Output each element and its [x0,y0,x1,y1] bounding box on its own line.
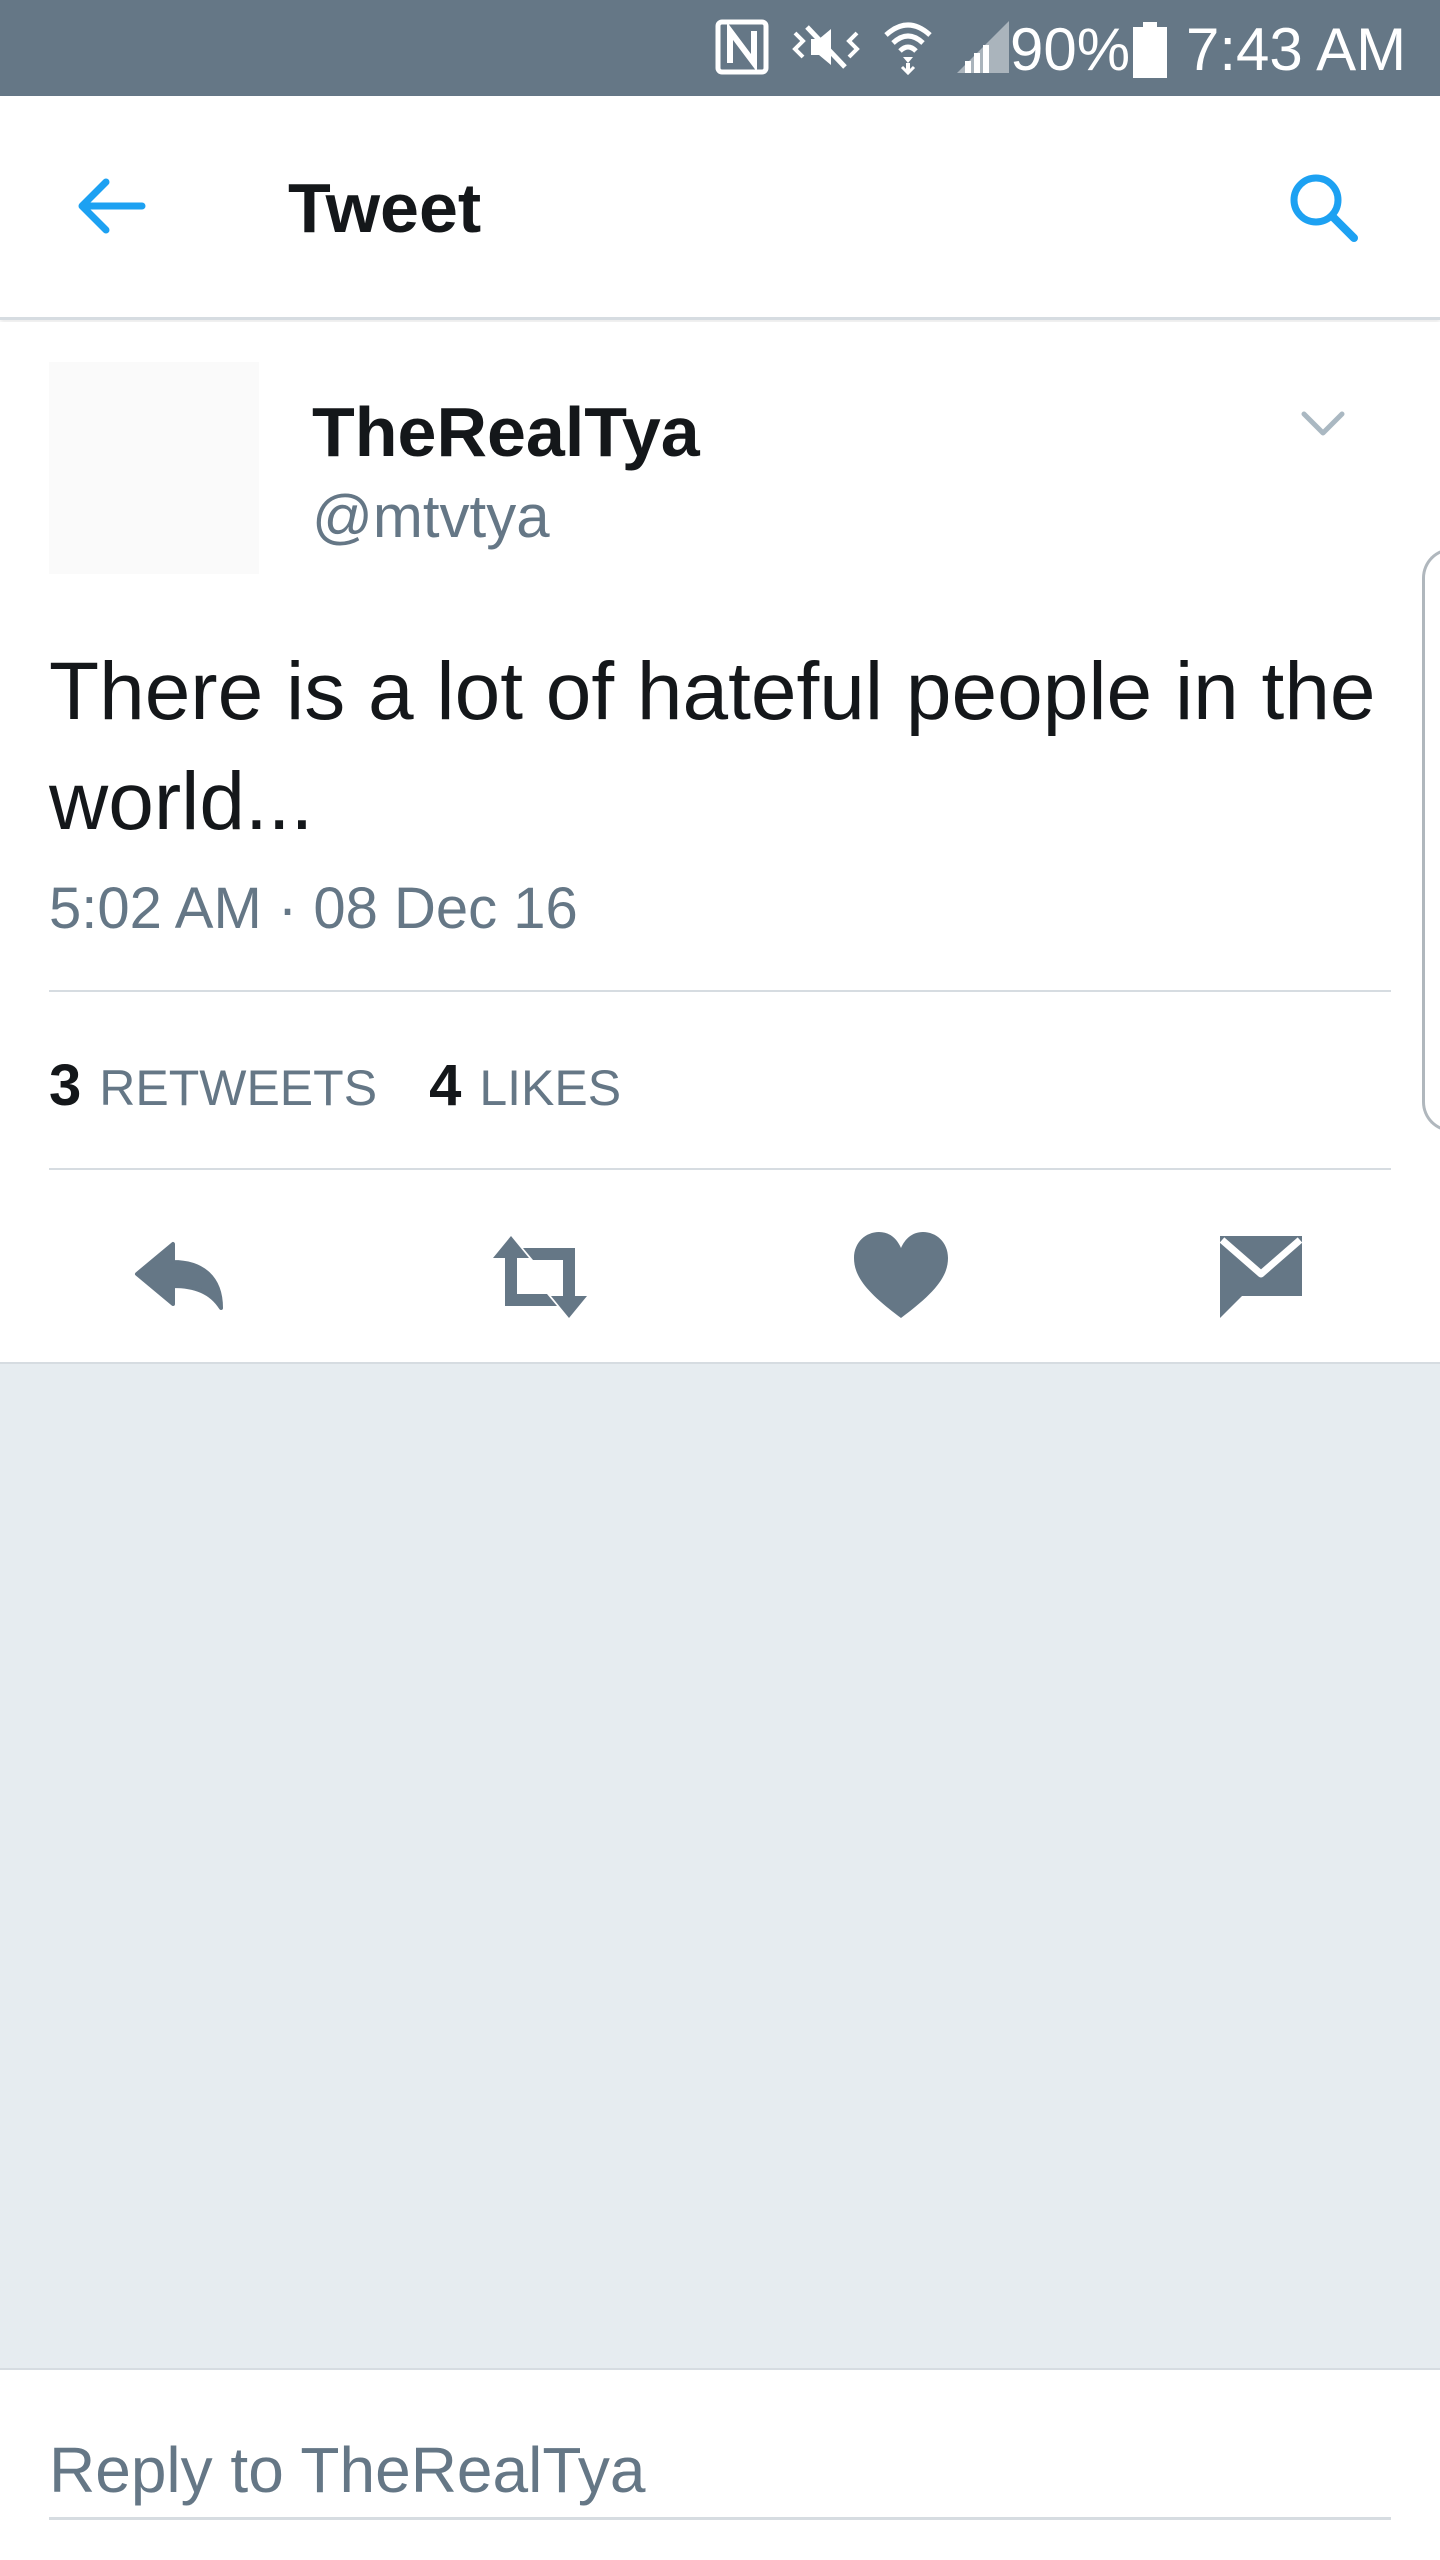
tweet-timestamp: 5:02 AM · 08 Dec 16 [49,876,578,941]
like-button[interactable] [846,1222,956,1332]
retweets-label[interactable]: RETWEETS [99,1059,377,1117]
likes-label[interactable]: LIKES [479,1059,621,1117]
tweet-detail: TheRealTya @mtvtya There is a lot of hat… [0,322,1440,1364]
nfc-icon [715,19,769,80]
tweet-menu-button[interactable] [1298,406,1348,442]
display-name[interactable]: TheRealTya [312,392,700,472]
back-button[interactable] [72,166,152,246]
retweets-count[interactable]: 3 [49,1052,81,1119]
tweet-actions [0,1222,1440,1332]
app-bar: Tweet [0,96,1440,320]
divider [49,1168,1391,1170]
direct-message-icon [1219,1236,1303,1318]
page-title: Tweet [288,169,482,247]
divider [49,990,1391,992]
clock: 7:43 AM [1186,16,1407,83]
battery-percent: 90% [1010,16,1131,83]
battery-icon [1133,22,1167,83]
vibrate-icon [791,19,861,80]
retweet-button[interactable] [485,1222,595,1332]
tweet-text: There is a lot of hateful people in the … [49,646,1376,847]
status-icons [715,14,1033,84]
user-handle[interactable]: @mtvtya [312,482,550,552]
reply-button[interactable] [125,1222,235,1332]
search-button[interactable] [1284,168,1364,248]
wifi-icon [883,19,933,80]
like-icon [854,1232,948,1318]
direct-message-button[interactable] [1206,1222,1316,1332]
avatar[interactable] [49,362,259,574]
reply-input[interactable] [49,2422,1391,2520]
arrow-left-icon [78,178,146,234]
replies-area [0,1364,1440,2368]
edge-panel-handle[interactable] [1422,548,1440,1132]
status-bar: 90% 7:43 AM [0,0,1440,96]
reply-icon [135,1242,223,1310]
signal-icon [955,19,1011,80]
chevron-down-icon [1301,411,1345,436]
retweet-icon [493,1236,587,1318]
tweet-stats: 3 RETWEETS 4 LIKES [49,1052,673,1122]
likes-count[interactable]: 4 [429,1052,461,1119]
search-icon [1290,174,1358,242]
reply-bar [0,2368,1440,2560]
